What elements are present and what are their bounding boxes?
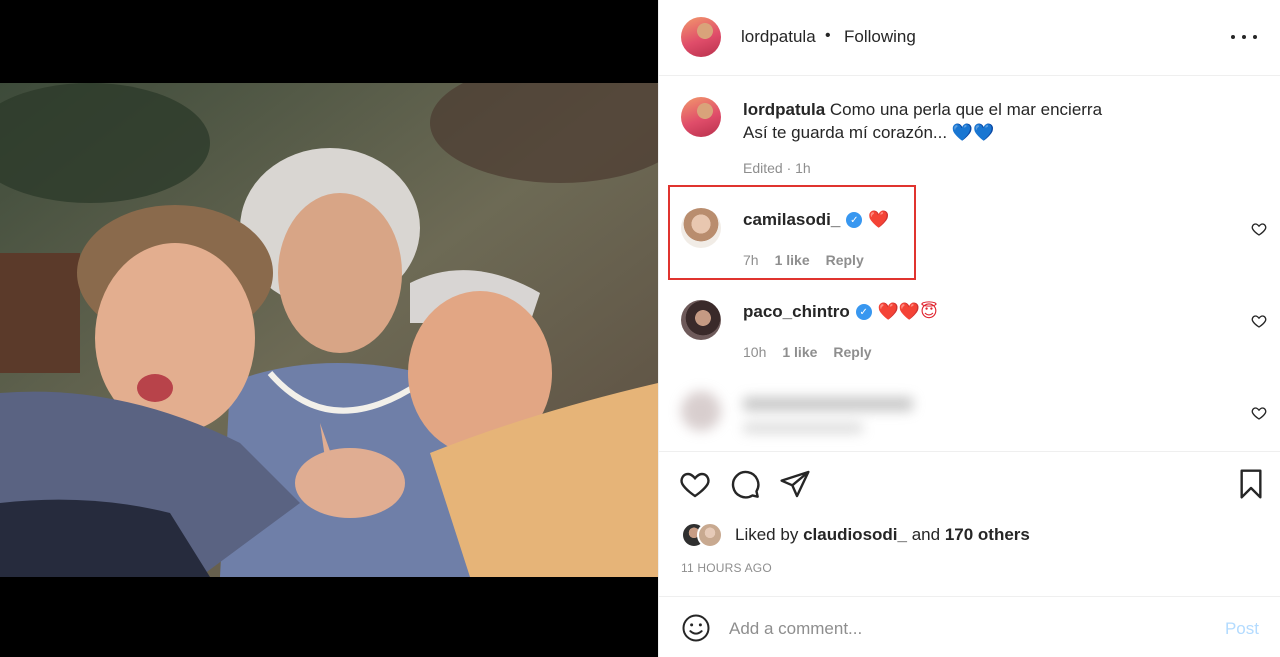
commenter-avatar[interactable] bbox=[681, 208, 721, 248]
verified-badge-icon: ✓ bbox=[846, 212, 863, 228]
photo-illustration bbox=[0, 83, 658, 577]
owner-avatar[interactable] bbox=[681, 17, 721, 57]
verified-badge-icon: ✓ bbox=[855, 304, 872, 320]
caption-username[interactable]: lordpatula bbox=[743, 100, 825, 119]
caption-owner-avatar[interactable] bbox=[681, 97, 721, 137]
commenter-username[interactable]: camilasodi_ bbox=[743, 210, 840, 230]
header-separator: • bbox=[825, 27, 831, 44]
heart-icon[interactable] bbox=[1251, 405, 1267, 421]
comment-item: camilasodi_ ✓ ❤️ 7h 1 like Reply bbox=[659, 185, 1280, 277]
caption: lordpatula Como una perla que el mar enc… bbox=[659, 77, 1280, 185]
liked-by-user[interactable]: claudiosodi_ bbox=[803, 525, 907, 545]
heart-icon[interactable] bbox=[679, 468, 711, 500]
owner-username[interactable]: lordpatula bbox=[741, 27, 816, 47]
caption-meta: Edited · 1h bbox=[743, 160, 811, 176]
add-comment-bar: Post bbox=[659, 596, 1280, 657]
comment-text: ❤️ bbox=[868, 210, 890, 229]
post-header: lordpatula • Following bbox=[659, 0, 1280, 76]
comments-list[interactable]: lordpatula Como una perla que el mar enc… bbox=[659, 77, 1280, 451]
post-button[interactable]: Post bbox=[1225, 619, 1259, 639]
comment-likes[interactable]: 1 like bbox=[782, 344, 817, 360]
following-button[interactable]: Following bbox=[844, 27, 916, 47]
commenter-username[interactable]: paco_chintro bbox=[743, 302, 850, 322]
comment-item-blurred bbox=[659, 369, 1280, 451]
comment-text: ❤️❤️😇 bbox=[877, 302, 938, 321]
reply-button[interactable]: Reply bbox=[833, 344, 871, 360]
share-icon[interactable] bbox=[779, 468, 811, 500]
liked-by-others[interactable]: 170 others bbox=[945, 525, 1030, 545]
comment-item: paco_chintro ✓ ❤️❤️😇 10h 1 like Reply bbox=[659, 277, 1280, 369]
emoji-icon[interactable] bbox=[681, 613, 711, 643]
caption-line-2: Así te guarda mí corazón... 💙💙 bbox=[743, 123, 995, 142]
caption-text: lordpatula Como una perla que el mar enc… bbox=[743, 98, 1163, 144]
comment-meta: 10h 1 like Reply bbox=[743, 344, 872, 360]
post-media bbox=[0, 0, 658, 657]
heart-icon[interactable] bbox=[1251, 221, 1267, 237]
comment-time: 10h bbox=[743, 344, 767, 360]
more-options-icon[interactable] bbox=[1231, 25, 1257, 49]
caption-line-1: Como una perla que el mar encierra bbox=[829, 100, 1103, 119]
comment-time: 7h bbox=[743, 252, 759, 268]
bookmark-icon[interactable] bbox=[1235, 468, 1267, 500]
reply-button[interactable]: Reply bbox=[826, 252, 864, 268]
liked-by: Liked by claudiosodi_ and 170 others bbox=[681, 522, 1030, 548]
post-actions: Liked by claudiosodi_ and 170 others 11 … bbox=[659, 451, 1280, 595]
comment-header: camilasodi_ ✓ ❤️ bbox=[743, 210, 890, 230]
comment-icon[interactable] bbox=[729, 468, 761, 500]
heart-icon[interactable] bbox=[1251, 313, 1267, 329]
comment-likes[interactable]: 1 like bbox=[775, 252, 810, 268]
blurred-comment bbox=[681, 385, 941, 445]
liked-by-avatars bbox=[681, 522, 735, 548]
comment-meta: 7h 1 like Reply bbox=[743, 252, 864, 268]
comment-header: paco_chintro ✓ ❤️❤️😇 bbox=[743, 302, 938, 322]
commenter-avatar[interactable] bbox=[681, 300, 721, 340]
liked-by-middle: and bbox=[911, 525, 941, 544]
post-timestamp[interactable]: 11 HOURS AGO bbox=[681, 561, 772, 575]
comment-input[interactable] bbox=[729, 615, 1199, 643]
post-photo[interactable] bbox=[0, 83, 658, 577]
post-panel: lordpatula • Following lordpatula Como u… bbox=[658, 0, 1280, 657]
liked-by-prefix: Liked by bbox=[735, 525, 799, 544]
